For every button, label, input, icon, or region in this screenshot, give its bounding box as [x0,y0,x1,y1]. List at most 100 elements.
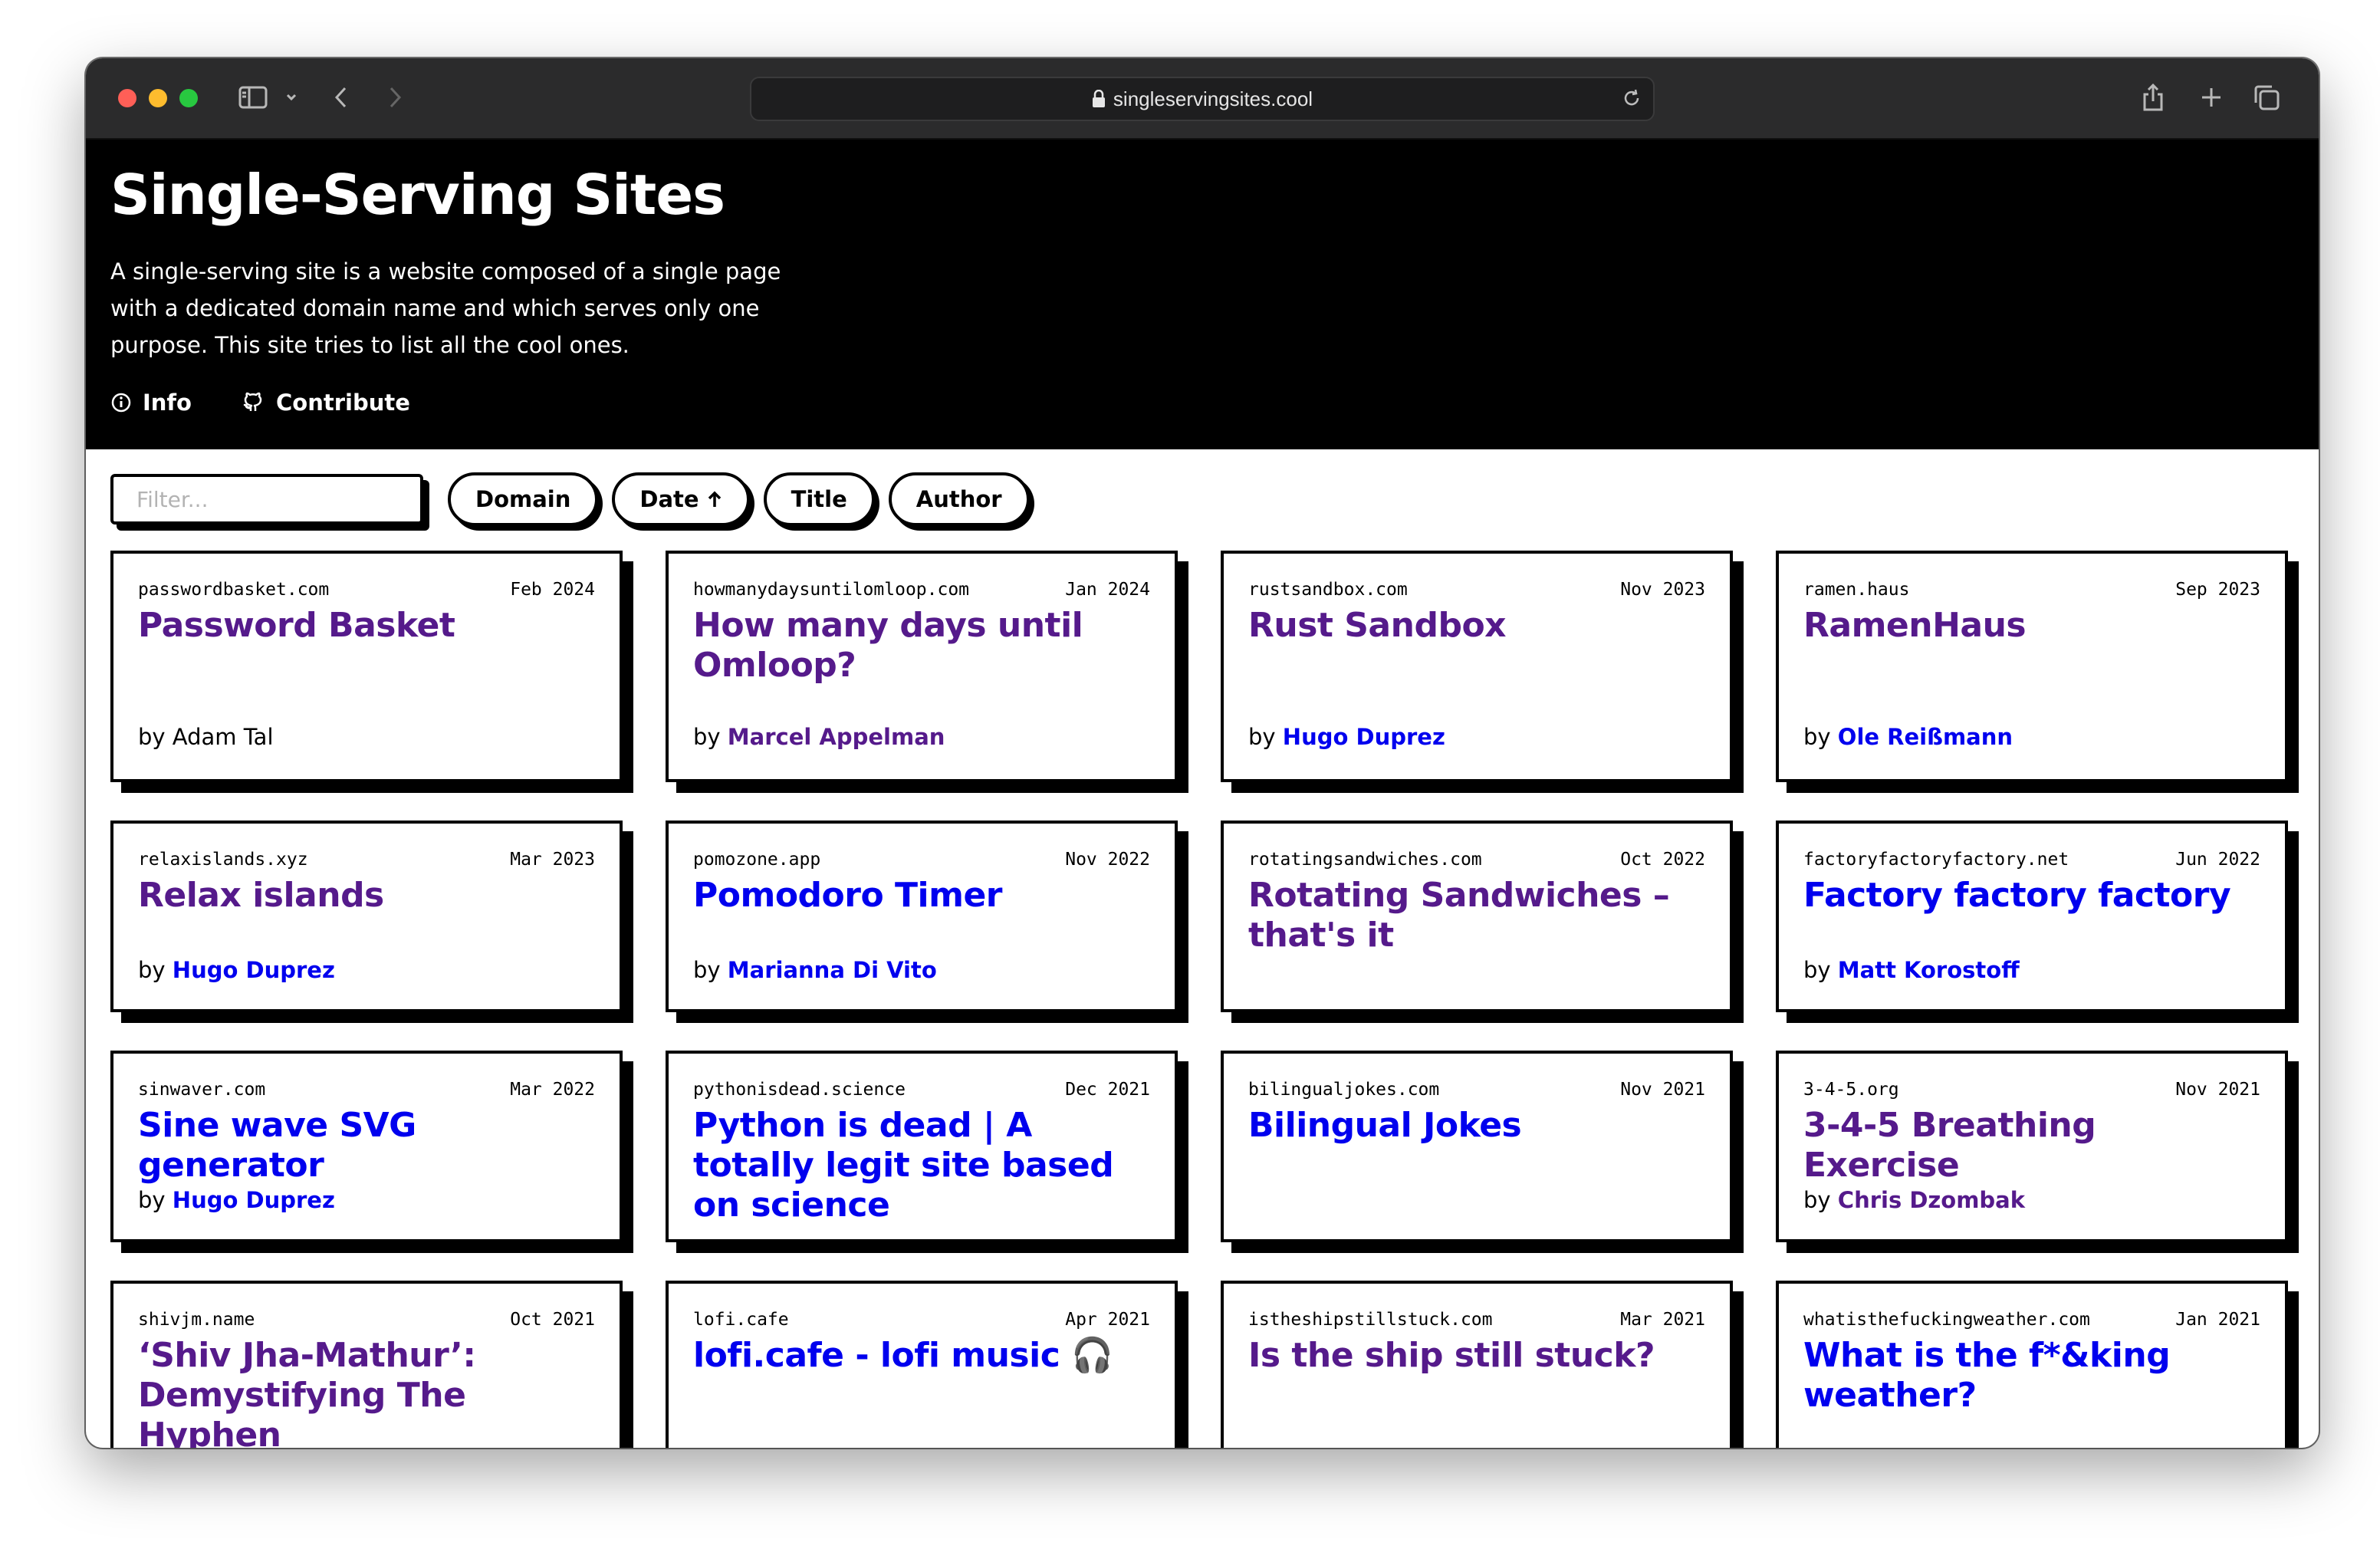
card-date: Apr 2021 [1065,1310,1150,1330]
site-card[interactable]: lofi.cafe Apr 2021 lofi.cafe - lofi music … [666,1281,1178,1448]
card-author-prefix: by [693,957,721,983]
card-title[interactable]: Sine wave SVG generator [138,1106,595,1186]
card-title[interactable]: Relax islands [138,876,595,916]
tab-overview-icon[interactable] [2250,78,2283,117]
card-meta: pomozone.app Nov 2022 [693,850,1150,870]
sort-date-button[interactable]: Date [612,472,750,526]
card-meta: whatisthefuckingweather.com Jan 2021 [1803,1310,2260,1330]
sort-author-button[interactable]: Author [888,472,1030,526]
card-date: Jan 2024 [1065,580,1150,600]
card-title[interactable]: Is the ship still stuck? [1248,1336,1705,1376]
site-card[interactable]: relaxislands.xyz Mar 2023 Relax islands by … [110,821,623,1012]
card-title[interactable]: Rotating Sandwiches – that's it [1248,876,1705,955]
sort-domain-button[interactable]: Domain [448,472,599,526]
site-card[interactable]: passwordbasket.com Feb 2024 Password Baske… [110,551,623,782]
card-date: Mar 2021 [1620,1310,1705,1330]
card-date: Jun 2022 [2175,850,2260,870]
card-domain: pythonisdead.science [693,1080,906,1100]
site-card[interactable]: bilingualjokes.com Nov 2021 Bilingual Joke… [1221,1051,1733,1242]
card-author-name[interactable]: Marcel Appelman [728,724,945,750]
chevron-down-icon[interactable] [282,78,301,117]
site-card[interactable]: ramen.haus Sep 2023 RamenHaus by Ole Reißma… [1776,551,2288,782]
card-author-name[interactable]: Hugo Duprez [1283,724,1445,750]
site-card[interactable]: howmanydaysuntilomloop.com Jan 2024 How ma… [666,551,1178,782]
forward-arrow-icon[interactable] [383,78,406,117]
card-domain: sinwaver.com [138,1080,266,1100]
card-domain: pomozone.app [693,850,821,870]
minimize-window-button[interactable] [149,89,167,107]
card-domain: whatisthefuckingweather.com [1803,1310,2090,1330]
card-title[interactable]: RamenHaus [1803,606,2260,646]
card-meta: howmanydaysuntilomloop.com Jan 2024 [693,580,1150,600]
site-card[interactable]: rustsandbox.com Nov 2023 Rust Sandbox by Hu… [1221,551,1733,782]
sidebar-toggle-icon[interactable] [236,78,270,117]
card-title[interactable]: Pomodoro Timer [693,876,1150,916]
sort-filter-controls: Domain Date Title Author [110,472,1030,526]
card-date: Sep 2023 [2175,580,2260,600]
card-author-name[interactable]: Marianna Di Vito [728,957,937,983]
card-title[interactable]: What is the f*&king weather? [1803,1336,2260,1416]
card-title[interactable]: Factory factory factory [1803,876,2260,916]
card-meta: factoryfactoryfactory.net Jun 2022 [1803,850,2260,870]
site-card[interactable]: whatisthefuckingweather.com Jan 2021 What … [1776,1281,2288,1448]
zoom-window-button[interactable] [179,89,198,107]
site-card[interactable]: rotatingsandwiches.com Oct 2022 Rotating S… [1221,821,1733,1012]
site-card[interactable]: pomozone.app Nov 2022 Pomodoro Timer by Mar… [666,821,1178,1012]
card-title[interactable]: lofi.cafe - lofi music 🎧 [693,1336,1150,1376]
card-meta: rustsandbox.com Nov 2023 [1248,580,1705,600]
back-arrow-icon[interactable] [330,78,353,117]
card-author: by Ole Reißmann [1803,724,2013,750]
card-author: by Hugo Duprez [1248,724,1445,750]
card-title[interactable]: Bilingual Jokes [1248,1106,1705,1146]
card-title[interactable]: Python is dead | A totally legit site ba… [693,1106,1150,1225]
share-icon[interactable] [2138,78,2168,117]
contribute-link-label: Contribute [275,390,410,416]
reload-icon[interactable] [1621,87,1642,109]
card-author-name[interactable]: Chris Dzombak [1838,1187,2025,1213]
sort-title-label: Title [791,486,847,512]
close-window-button[interactable] [118,89,136,107]
card-title[interactable]: Rust Sandbox [1248,606,1705,646]
site-card[interactable]: shivjm.name Oct 2021 ‘Shiv Jha-Mathur’: De… [110,1281,623,1448]
card-title[interactable]: How many days until Omloop? [693,606,1150,686]
sort-title-button[interactable]: Title [763,472,875,526]
site-card[interactable]: istheshipstillstuck.com Mar 2021 Is the sh… [1221,1281,1733,1448]
card-author-name[interactable]: Ole Reißmann [1838,724,2013,750]
site-card[interactable]: factoryfactoryfactory.net Jun 2022 Factory… [1776,821,2288,1012]
site-card[interactable]: sinwaver.com Mar 2022 Sine wave SVG genera… [110,1051,623,1242]
card-author-prefix: by [138,957,166,983]
card-domain: istheshipstillstuck.com [1248,1310,1493,1330]
card-meta: sinwaver.com Mar 2022 [138,1080,595,1100]
site-description: A single-serving site is a website compo… [110,258,781,358]
card-domain: ramen.haus [1803,580,1910,600]
card-author-name[interactable]: Matt Korostoff [1838,957,2020,983]
card-date: Nov 2023 [1620,580,1705,600]
card-title[interactable]: ‘Shiv Jha-Mathur’: Demystifying The Hyph… [138,1336,595,1448]
card-date: Feb 2024 [510,580,595,600]
arrow-up-icon [708,491,721,507]
card-author-name[interactable]: Hugo Duprez [173,1187,335,1213]
card-date: Mar 2023 [510,850,595,870]
card-title[interactable]: 3-4-5 Breathing Exercise [1803,1106,2260,1186]
new-tab-icon[interactable] [2196,78,2227,117]
card-meta: relaxislands.xyz Mar 2023 [138,850,595,870]
address-bar[interactable]: singleservingsites.cool [750,77,1655,121]
card-author-name[interactable]: Hugo Duprez [173,957,335,983]
card-meta: rotatingsandwiches.com Oct 2022 [1248,850,1705,870]
card-title[interactable]: Password Basket [138,606,595,646]
site-card[interactable]: pythonisdead.science Dec 2021 Python is de… [666,1051,1178,1242]
filter-input[interactable] [110,474,423,525]
card-domain: 3-4-5.org [1803,1080,1899,1100]
card-date: Nov 2021 [2175,1080,2260,1100]
contribute-link[interactable]: Contribute [242,390,410,416]
card-author-prefix: by [1803,724,1831,750]
card-domain: lofi.cafe [693,1310,789,1330]
card-author-prefix: by [1803,1187,1831,1213]
sort-date-label: Date [639,486,699,512]
browser-window: singleservingsites.cool Single-Serving S… [86,58,2319,1448]
sort-domain-label: Domain [475,486,571,512]
site-card[interactable]: 3-4-5.org Nov 2021 3-4-5 Breathing Exercis… [1776,1051,2288,1242]
info-link[interactable]: Info [110,390,192,416]
card-author-prefix: by [1803,957,1831,983]
card-domain: relaxislands.xyz [138,850,308,870]
